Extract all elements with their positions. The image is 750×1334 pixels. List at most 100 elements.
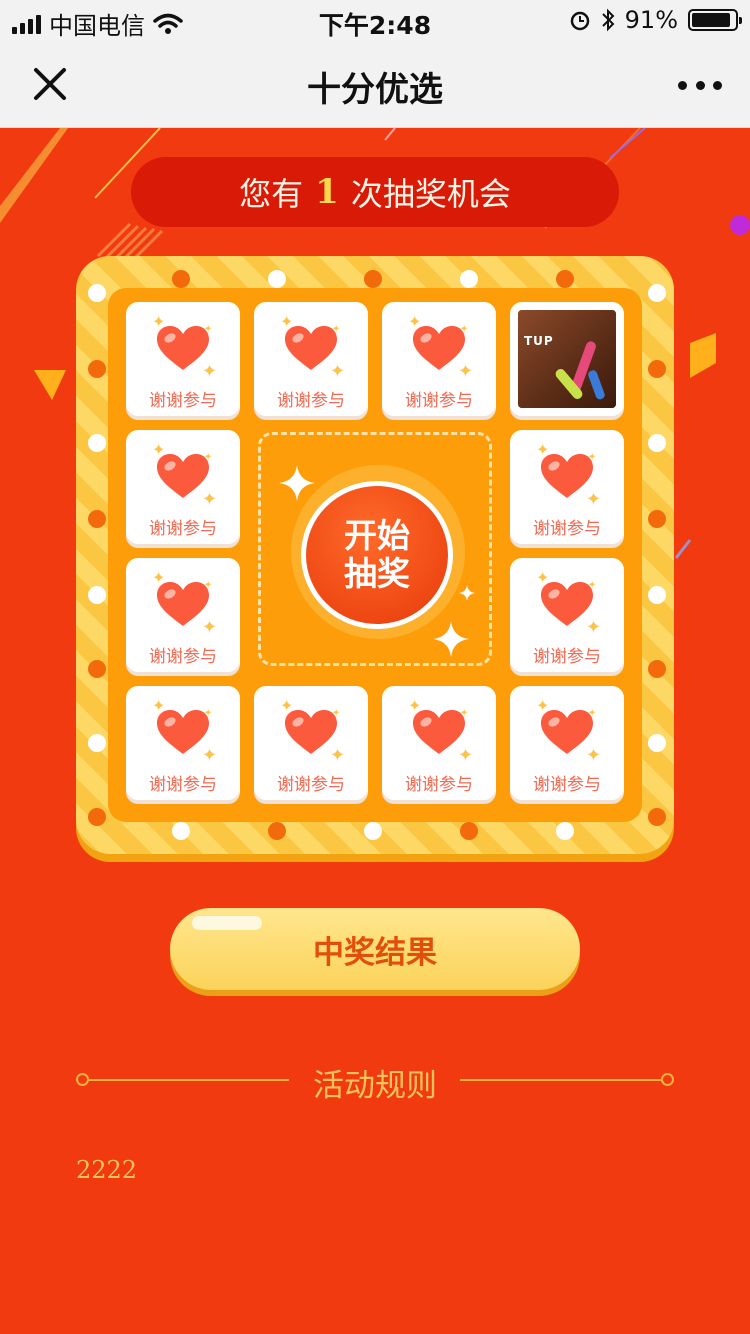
prize-photo: TUP [518, 310, 616, 408]
more-button[interactable] [678, 70, 722, 100]
prize-item: ✦ ✦ ✦ 谢谢参与 [126, 558, 240, 672]
board-light [88, 434, 106, 452]
sparkle-icon: ✦ [152, 696, 166, 715]
board-light [88, 284, 106, 302]
prize-item: ✦ ✦ ✦ 谢谢参与 [510, 686, 624, 800]
prize-item: ✦ ✦ ✦ 谢谢参与 [254, 302, 368, 416]
board-light [648, 510, 666, 528]
prize-label: 谢谢参与 [149, 775, 217, 795]
rules-divider-right [460, 1079, 662, 1081]
alarm-icon [570, 11, 589, 31]
sparkle-icon: ✦ [458, 361, 474, 382]
prize-label: 谢谢参与 [533, 647, 601, 667]
prize-item: ✦ ✦ ✦ 谢谢参与 [126, 430, 240, 544]
prize-item: ✦ ✦ ✦ 谢谢参与 [382, 686, 496, 800]
board-light [88, 808, 106, 826]
status-right: 91% [569, 6, 742, 34]
board-light [460, 270, 478, 288]
board-light [648, 586, 666, 604]
sparkle-icon: ✦ [202, 745, 218, 766]
chance-count: 1 [315, 172, 339, 212]
board-light [648, 360, 666, 378]
sparkle-icon: ✦ [588, 708, 597, 719]
sparkle-icon [459, 585, 475, 601]
board-light [268, 270, 286, 288]
prize-item: ✦ ✦ ✦ 谢谢参与 [382, 302, 496, 416]
sparkle-icon: ✦ [536, 568, 550, 587]
prize-label: 谢谢参与 [533, 775, 601, 795]
board-light [648, 808, 666, 826]
chance-prefix: 您有 [239, 175, 304, 213]
sparkle-icon: ✦ [330, 745, 346, 766]
board-light [88, 360, 106, 378]
sparkle-icon: ✦ [586, 745, 602, 766]
sparkle-icon: ✦ [152, 312, 166, 331]
sparkle-icon [279, 465, 315, 501]
prize-label: 谢谢参与 [149, 391, 217, 411]
prize-label: 谢谢参与 [405, 391, 473, 411]
board-light [648, 734, 666, 752]
status-bar: 中国电信 下午2:48 91% [0, 0, 750, 40]
board-light [364, 270, 382, 288]
sparkle-icon: ✦ [332, 708, 341, 719]
sparkle-icon: ✦ [204, 708, 213, 719]
start-label-line2: 抽奖 [344, 554, 410, 593]
prize-label: 谢谢参与 [533, 519, 601, 539]
sparkle-icon: ✦ [460, 708, 469, 719]
sparkle-icon: ✦ [204, 452, 213, 463]
battery-icon [688, 9, 742, 31]
sparkle-icon: ✦ [202, 489, 218, 510]
board-light [648, 434, 666, 452]
prize-item: ✦ ✦ ✦ 谢谢参与 [510, 558, 624, 672]
bluetooth-icon [601, 8, 615, 32]
prize-label: 谢谢参与 [149, 647, 217, 667]
sparkle-icon: ✦ [536, 696, 550, 715]
sparkle-icon: ✦ [152, 440, 166, 459]
board-light [460, 822, 478, 840]
board-light [88, 586, 106, 604]
board-light [172, 822, 190, 840]
sparkle-icon: ✦ [588, 580, 597, 591]
sparkle-icon: ✦ [588, 452, 597, 463]
board-light [648, 284, 666, 302]
chance-suffix: 次抽奖机会 [350, 175, 511, 213]
sparkle-icon: ✦ [204, 580, 213, 591]
prize-item: ✦ ✦ ✦ 谢谢参与 [510, 430, 624, 544]
page-title: 十分优选 [307, 70, 443, 110]
board-light [88, 660, 106, 678]
sparkle-icon: ✦ [204, 324, 213, 335]
rules-content: 2222 [76, 1156, 138, 1184]
sparkle-icon: ✦ [202, 617, 218, 638]
nav-bar: 十分优选 [0, 40, 750, 128]
board-light [556, 270, 574, 288]
sparkle-icon: ✦ [408, 696, 422, 715]
prize-item-image: TUP [510, 302, 624, 416]
sparkle-icon: ✦ [460, 324, 469, 335]
more-icon [678, 80, 687, 90]
board-light [88, 510, 106, 528]
sparkle-icon: ✦ [202, 361, 218, 382]
prize-result-button[interactable]: 中奖结果 [170, 908, 580, 990]
chance-banner: 您有 1 次抽奖机会 [131, 157, 619, 227]
board-light [268, 822, 286, 840]
board-light [556, 822, 574, 840]
sparkle-icon: ✦ [280, 696, 294, 715]
sparkle-icon: ✦ [332, 324, 341, 335]
prize-label: 谢谢参与 [149, 519, 217, 539]
board-light [172, 270, 190, 288]
prize-result-label: 中奖结果 [313, 934, 437, 971]
battery-percent: 91% [624, 6, 678, 34]
sparkle-icon: ✦ [330, 361, 346, 382]
prize-label: 谢谢参与 [277, 775, 345, 795]
board-light [648, 660, 666, 678]
start-lottery-button[interactable]: 开始 抽奖 [301, 481, 453, 629]
sparkle-icon: ✦ [408, 312, 422, 331]
prize-item: ✦ ✦ ✦ 谢谢参与 [126, 686, 240, 800]
prize-label: 谢谢参与 [405, 775, 473, 795]
board-light [364, 822, 382, 840]
prize-item: ✦ ✦ ✦ 谢谢参与 [254, 686, 368, 800]
sparkle-icon: ✦ [586, 617, 602, 638]
start-label-line1: 开始 [344, 516, 410, 555]
sparkle-icon: ✦ [152, 568, 166, 587]
sparkle-icon: ✦ [458, 745, 474, 766]
